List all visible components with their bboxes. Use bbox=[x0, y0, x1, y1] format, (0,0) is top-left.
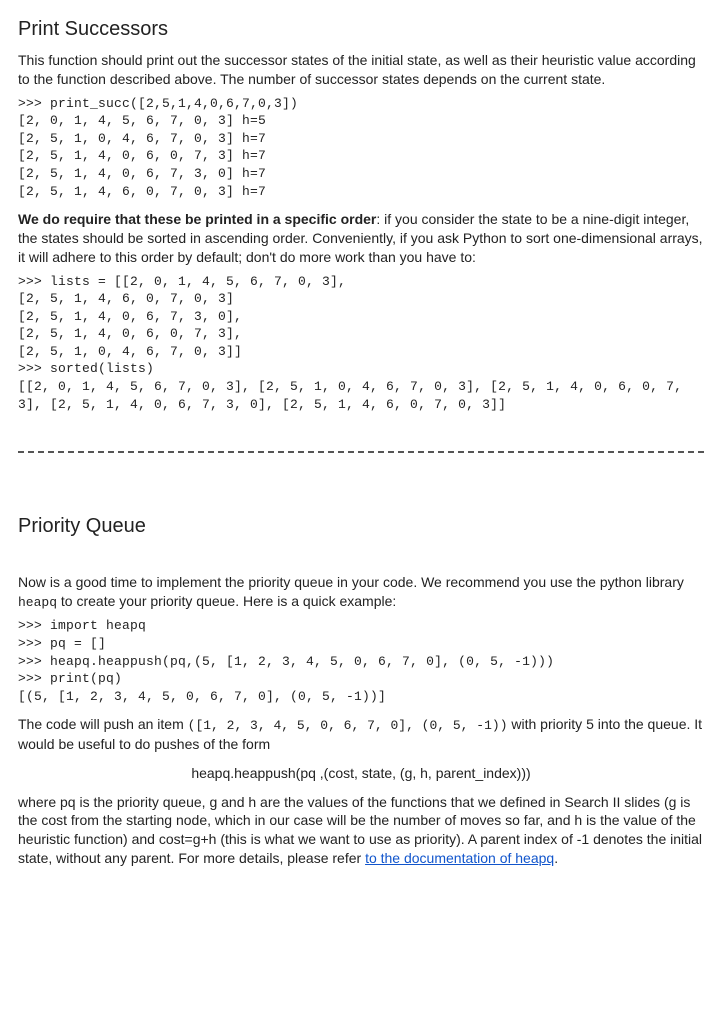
order-paragraph: We do require that these be printed in a… bbox=[18, 210, 704, 267]
pq-after-paragraph: The code will push an item ([1, 2, 3, 4,… bbox=[18, 715, 704, 753]
pq-intro-pre: Now is a good time to implement the prio… bbox=[18, 574, 684, 590]
code-block-print-succ: >>> print_succ([2,5,1,4,0,6,7,0,3]) [2, … bbox=[18, 95, 704, 200]
pushform-line: heapq.heappush(pq ,(cost, state, (g, h, … bbox=[18, 764, 704, 783]
pq-explain-post: . bbox=[554, 850, 558, 866]
heapq-inline-code: heapq bbox=[18, 595, 57, 610]
code-block-sorted: >>> lists = [[2, 0, 1, 4, 5, 6, 7, 0, 3]… bbox=[18, 273, 704, 413]
push-item-inline-code: ([1, 2, 3, 4, 5, 0, 6, 7, 0], (0, 5, -1)… bbox=[188, 718, 508, 733]
pushform-text: heapq.heappush(pq ,(cost, state, (g, h, … bbox=[191, 765, 530, 781]
order-requirement-bold: We do require that these be printed in a… bbox=[18, 211, 376, 227]
section-heading-priority-queue: Priority Queue bbox=[18, 513, 704, 540]
pq-explain-pre: where pq is the priority queue, g and h … bbox=[18, 794, 702, 867]
section-heading-print-successors: Print Successors bbox=[18, 16, 704, 43]
section-divider bbox=[18, 451, 704, 453]
pq-intro-post: to create your priority queue. Here is a… bbox=[57, 593, 396, 609]
code-block-heapq: >>> import heapq >>> pq = [] >>> heapq.h… bbox=[18, 617, 704, 705]
heapq-doc-link[interactable]: to the documentation of heapq bbox=[365, 850, 554, 866]
pq-after-pre: The code will push an item bbox=[18, 716, 188, 732]
pq-intro-paragraph: Now is a good time to implement the prio… bbox=[18, 573, 704, 611]
intro-paragraph: This function should print out the succe… bbox=[18, 51, 704, 89]
pq-explain-paragraph: where pq is the priority queue, g and h … bbox=[18, 793, 704, 869]
